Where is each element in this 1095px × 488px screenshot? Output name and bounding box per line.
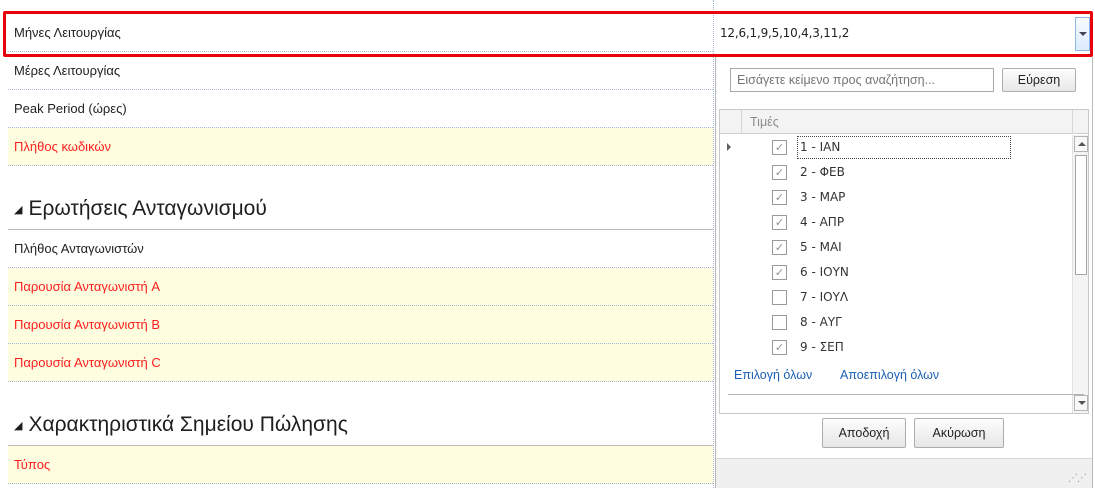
- row-indicator-header: [720, 110, 742, 134]
- accept-button[interactable]: Αποδοχή: [822, 418, 906, 448]
- field-label: Μέρες Λειτουργίας: [14, 63, 121, 78]
- cancel-button[interactable]: Ακύρωση: [914, 418, 1004, 448]
- checkbox[interactable]: ✓: [772, 190, 787, 205]
- arrow-up-icon: [1078, 142, 1086, 146]
- column-divider: [713, 0, 714, 488]
- field-label: Πλήθος κωδικών: [14, 139, 112, 154]
- popup-footer: ⋰⋰: [716, 458, 1092, 488]
- column-header-values[interactable]: Τιμές: [750, 110, 779, 134]
- checklist-item[interactable]: 8 - ΑΥΓ: [720, 310, 1072, 335]
- checklist-item[interactable]: ✓ 2 - ΦΕΒ: [720, 160, 1072, 185]
- select-all-link[interactable]: Επιλογή όλων: [734, 368, 812, 382]
- checkbox[interactable]: ✓: [772, 265, 787, 280]
- collapse-triangle-icon[interactable]: ◢: [14, 420, 22, 432]
- field-label: Παρουσία Ανταγωνιστή A: [14, 279, 161, 294]
- scroll-thumb[interactable]: [1075, 155, 1087, 275]
- divider: [728, 394, 1084, 395]
- row-peak-period[interactable]: Peak Period (ώρες): [8, 90, 713, 128]
- deselect-all-link[interactable]: Αποεπιλογή όλων: [840, 368, 939, 382]
- current-row-indicator-icon: [727, 143, 731, 151]
- row-competitor-a[interactable]: Παρουσία Ανταγωνιστή A: [8, 268, 713, 306]
- checklist-item[interactable]: ✓ 6 - ΙΟΥΝ: [720, 260, 1072, 285]
- row-operating-days[interactable]: Μέρες Λειτουργίας: [8, 52, 713, 90]
- chevron-down-icon: [1079, 32, 1087, 36]
- item-label: 6 - ΙΟΥΝ: [800, 265, 849, 279]
- checkbox[interactable]: ✓: [772, 340, 787, 355]
- row-code-count[interactable]: Πλήθος κωδικών: [8, 128, 713, 166]
- section-header-pos[interactable]: ◢ Χαρακτηριστικά Σημείου Πώλησης: [14, 413, 348, 437]
- item-label: 3 - ΜΑΡ: [800, 190, 846, 204]
- checklist-item[interactable]: ✓ 5 - ΜΑΙ: [720, 235, 1072, 260]
- field-label: Peak Period (ώρες): [14, 101, 127, 116]
- resize-grip-icon[interactable]: ⋰⋰: [1068, 473, 1087, 484]
- row-competitor-count[interactable]: Πλήθος Ανταγωνιστών: [8, 230, 713, 268]
- vertical-scrollbar[interactable]: [1072, 135, 1088, 413]
- item-label: 9 - ΣΕΠ: [800, 340, 844, 354]
- item-label: 5 - ΜΑΙ: [800, 240, 842, 254]
- row-competitor-c[interactable]: Παρουσία Ανταγωνιστή C: [8, 344, 713, 382]
- checklist-item[interactable]: 7 - ΙΟΥΛ: [720, 285, 1072, 310]
- checkbox[interactable]: ✓: [772, 165, 787, 180]
- item-label: 2 - ΦΕΒ: [800, 165, 845, 179]
- row-competitor-b[interactable]: Παρουσία Ανταγωνιστή B: [8, 306, 713, 344]
- header-scroll-spacer: [1072, 110, 1088, 134]
- months-dropdown-popup: Εύρεση Τιμές ✓ 1 - ΙΑΝ ✓ 2 - ΦΕΒ ✓ 3 - ΜΑΡ ✓ 4 …: [715, 57, 1093, 488]
- combo-dropdown-button[interactable]: [1075, 17, 1090, 51]
- section-header-competition[interactable]: ◢ Ερωτήσεις Ανταγωνισμού: [14, 197, 267, 221]
- item-label: 8 - ΑΥΓ: [800, 315, 842, 329]
- grid-header: Τιμές: [720, 110, 1088, 134]
- field-label: Τύπος: [14, 457, 51, 472]
- section-title: Χαρακτηριστικά Σημείου Πώλησης: [28, 413, 348, 436]
- scroll-up-button[interactable]: [1074, 136, 1088, 152]
- arrow-down-icon: [1078, 401, 1086, 405]
- collapse-triangle-icon[interactable]: ◢: [14, 204, 22, 216]
- checklist-item[interactable]: ✓ 3 - ΜΑΡ: [720, 185, 1072, 210]
- checklist-item[interactable]: ✓ 1 - ΙΑΝ: [720, 135, 1072, 160]
- search-input[interactable]: [730, 68, 994, 92]
- checkbox[interactable]: ✓: [772, 240, 787, 255]
- checkbox[interactable]: ✓: [772, 215, 787, 230]
- item-label: 7 - ΙΟΥΛ: [800, 290, 849, 304]
- checkbox[interactable]: [772, 315, 787, 330]
- checklist-item[interactable]: ✓ 9 - ΣΕΠ: [720, 335, 1072, 360]
- section-title: Ερωτήσεις Ανταγωνισμού: [28, 197, 267, 220]
- item-label: 4 - ΑΠΡ: [800, 215, 845, 229]
- field-label: Παρουσία Ανταγωνιστή C: [14, 355, 161, 370]
- item-label: 1 - ΙΑΝ: [796, 136, 1012, 159]
- checkbox[interactable]: ✓: [772, 140, 787, 155]
- checklist-item[interactable]: ✓ 4 - ΑΠΡ: [720, 210, 1072, 235]
- scroll-down-button[interactable]: [1074, 395, 1088, 411]
- find-button[interactable]: Εύρεση: [1002, 68, 1076, 92]
- field-label: Πλήθος Ανταγωνιστών: [14, 241, 144, 256]
- field-label: Παρουσία Ανταγωνιστή B: [14, 317, 161, 332]
- months-combo-value[interactable]: 12,6,1,9,5,10,4,3,11,2: [720, 13, 1070, 53]
- row-type[interactable]: Τύπος: [8, 446, 713, 484]
- checkbox[interactable]: [772, 290, 787, 305]
